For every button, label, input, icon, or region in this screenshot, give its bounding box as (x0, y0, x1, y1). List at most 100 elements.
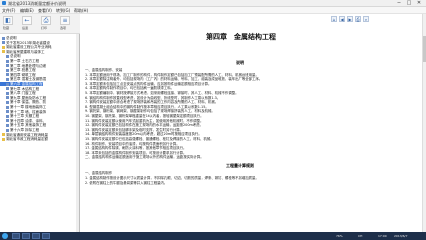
doc-line: 二、金属结构构件运输定额适用于施工现场以外的构件运输，运距按实际计算。 (85, 155, 204, 160)
section-title-rules: 工程量计算规则 (226, 163, 254, 168)
print-button[interactable]: ⎙ (41, 16, 51, 25)
doc-line: 15. 钢构件安装定额中已包括高强螺栓、普通螺栓、栓钉及焊接的人工、材料、机械。 (85, 137, 214, 141)
tree-item[interactable]: 第七章 木结构工程 (0, 87, 39, 91)
input-language[interactable]: CH (358, 234, 362, 238)
taskbar-app-2[interactable] (22, 233, 30, 239)
doc-icon (6, 119, 9, 123)
back-label: 后退 (22, 26, 29, 30)
tree-item[interactable]: 第八章 门窗工程 (0, 91, 36, 95)
hide-label: 隐藏 (3, 26, 10, 30)
back-button[interactable]: ← (22, 16, 32, 25)
tree-item-label: 第十五章 其他装饰工程 (10, 123, 47, 128)
hide-button[interactable]: ◧ (3, 16, 13, 25)
options-label: 选项 (60, 26, 67, 30)
tree-item[interactable]: 第一章 土石方工程 (0, 59, 39, 63)
tree-item-label: 关于发布2013年湖北省建设 (6, 40, 50, 45)
tree-item[interactable]: 总说明 (0, 54, 21, 58)
taskbar-app-4[interactable] (42, 233, 50, 239)
print-page-icon[interactable]: ⎙ (355, 16, 361, 22)
doc-line: 3. 本章定额未包括加工点至安装点的构件运输，应另按构件运输定额相应项目计算。 (85, 81, 212, 86)
tree-item[interactable]: 第十章 保温、隔热、防 (0, 100, 46, 104)
tree-item-label: 第三章 桩基工程 (10, 68, 36, 73)
section-title-notes: 说明 (236, 60, 244, 65)
tree-item[interactable]: 第三章 桩基工程 (0, 68, 36, 72)
document-scrollbar[interactable] (422, 14, 426, 232)
tree-item[interactable]: 第五章 混凝土及钢筋混 (0, 77, 46, 81)
tree-item[interactable]: 第十三章 天棚工程 (0, 114, 39, 118)
tree-item-label: 第五章 混凝土及钢筋混 (10, 77, 47, 82)
tree-item-label: 第十六章 拆除工程 (10, 128, 40, 132)
doc-line: 13. 钢构件安装定额未包括脚手架及临时支撑，发生时另行计算。 (85, 127, 184, 132)
tree-item-label: 湖北省通用安装工程消耗量 (6, 132, 48, 137)
doc-line: 17. 金属结构构件除锈、刷防火涂料等，按其他章节相应项目执行。 (85, 146, 187, 151)
tree-item[interactable]: 湖北省通用安装工程消耗量 (0, 133, 48, 137)
doc-icon (6, 96, 9, 100)
doc-icon (6, 87, 9, 91)
doc-rule-line: 2. 依附在钢柱上的牛腿及悬臂梁等并入钢柱工程量内。 (85, 181, 168, 185)
back-icon: ← (24, 17, 30, 24)
doc-line: 16. 构件制作、安装项目中的油漆，均按构件表面积另行计算。 (85, 141, 180, 146)
doc-icon (6, 123, 9, 127)
tree-item-label: 第十章 保温、隔热、防 (10, 100, 47, 105)
doc-line: 12. 钢构件安装定额已包括构件在施工现场内的水平运输，运距按200m考虑。 (85, 123, 203, 128)
options-button[interactable]: ≡ (60, 16, 70, 25)
maximize-button[interactable]: □ (404, 0, 414, 6)
tree-item-label: 第十一章 楼地面装饰工 (10, 105, 47, 109)
minimize-button[interactable]: ─ (394, 0, 404, 6)
tree-item-label: 湖北省建设工程公共专业消耗 (6, 45, 52, 50)
folder-icon (2, 45, 5, 49)
tree-item[interactable]: 第十二章 墙、柱面装饰 (0, 110, 46, 114)
menu-bar: 文件(F) 编辑(E) 查看(V) 转到(G) 帮助(H) (0, 7, 426, 14)
tree-item-label: 第一章 土石方工程 (10, 59, 40, 63)
clock-time: 17:00 (378, 234, 387, 238)
doc-line: 4. 本章定额构件制作项目中，均已包括刷一遍防锈漆工料。 (85, 86, 175, 91)
tree-item[interactable]: 第十五章 其他装饰工程 (0, 123, 46, 127)
folder-icon (2, 137, 5, 141)
doc-line: 9. 钢托架、钢桁架、钢网架、钢屋架制作均包括了现场焊接拼装的人工、材料及机械。 (85, 109, 215, 114)
doc-line: 5. 本章定额编制中，钢材按焊接方式考虑，如采用螺栓连接、铆接时，其人工、材料、… (85, 91, 239, 95)
tree-item[interactable]: 关于发布2013年湖北省建设 (0, 41, 50, 45)
tree-item-label: 第十三章 天棚工程 (10, 114, 40, 119)
close-button[interactable]: ✕ (414, 0, 424, 6)
tree-item-label: 湖北省市政工程消耗量定额 (6, 137, 48, 142)
taskbar-app-1[interactable] (12, 233, 20, 239)
tree-item-label: 第八章 门窗工程 (10, 91, 36, 96)
chapter-title: 第四章 金属结构工程 (206, 32, 276, 41)
contents-tree: 总说明 关于发布2013年湖北省建设 湖北省建设工程公共专业消耗 湖北省房屋建筑与装饰… (0, 34, 80, 232)
doc-line: 6. 钢结构构件制作按直线型考虑，如设计为曲线型、折线型时，其制作人工乘以系数1… (85, 95, 221, 100)
taskbar-app-3[interactable] (32, 233, 40, 239)
doc-line: 7. 钢构件安装定额中综合考虑了现场拼装和吊装的工作内容及所需的人工、材料、机械… (85, 100, 219, 105)
document-tools: ⌂ ◀ ▶ ⎙ ⌕ (331, 16, 391, 24)
doc-icon (6, 100, 9, 104)
start-button[interactable] (2, 233, 8, 239)
doc-line: 一、金属结构制作、安装 (85, 68, 123, 72)
tree-item-label: 第十二章 墙、柱面装饰 (10, 109, 47, 114)
doc-icon (6, 110, 9, 114)
tree-item[interactable]: 湖北省市政工程消耗量定额 (0, 137, 48, 141)
zoom-icon[interactable]: ⌕ (363, 16, 369, 22)
prev-icon[interactable]: ◀ (339, 16, 345, 22)
tree-item[interactable]: 总说明 (0, 36, 17, 40)
tree-item[interactable]: 第十一章 楼地面装饰工 (0, 105, 46, 109)
doc-line: 11. 钢构件安装定额以使用汽车式起重机为主，如使用其他机械时，不作调整。 (85, 118, 204, 123)
doc-icon (6, 105, 9, 109)
doc-icon (6, 73, 9, 77)
tree-item[interactable]: 第二章 地基处理与边坡 (0, 64, 46, 68)
doc-line: 1. 本章定额适用于现场、加工厂制作的构件，构件制作定额已包括加工厂预装配所需的… (85, 72, 259, 77)
tree-scrollbar[interactable] (76, 34, 79, 232)
cpu-percent: 76% (336, 234, 343, 238)
doc-line: 10. 钢屋架、钢托架、钢桁架单榀重量在1t以内者，按轻钢屋架定额项目执行。 (85, 114, 204, 118)
tree-item[interactable]: 第十六章 拆除工程 (0, 128, 39, 132)
folder-icon (2, 133, 5, 137)
tree-item[interactable]: 第六章 金属结构工程 (0, 82, 43, 86)
home-icon[interactable]: ⌂ (331, 16, 337, 22)
next-icon[interactable]: ▶ (347, 16, 353, 22)
tree-item[interactable]: 湖北省建设工程公共专业消耗 (0, 45, 52, 49)
title-bar: 湖北省2013消耗量定额计价说明 ─ □ ✕ (0, 0, 426, 7)
doc-line: 2. 本章定额除注明者外，均包括现场内（工厂内）的材料运输、号料、加工、组装及成… (85, 77, 263, 82)
tree-item-label: 第二章 地基处理与边坡 (10, 63, 47, 68)
options-icon: ≡ (62, 17, 68, 24)
doc-icon (6, 114, 9, 118)
folder-icon (2, 50, 5, 54)
tree-item[interactable]: 湖北省房屋建筑与装饰工 (0, 50, 45, 54)
